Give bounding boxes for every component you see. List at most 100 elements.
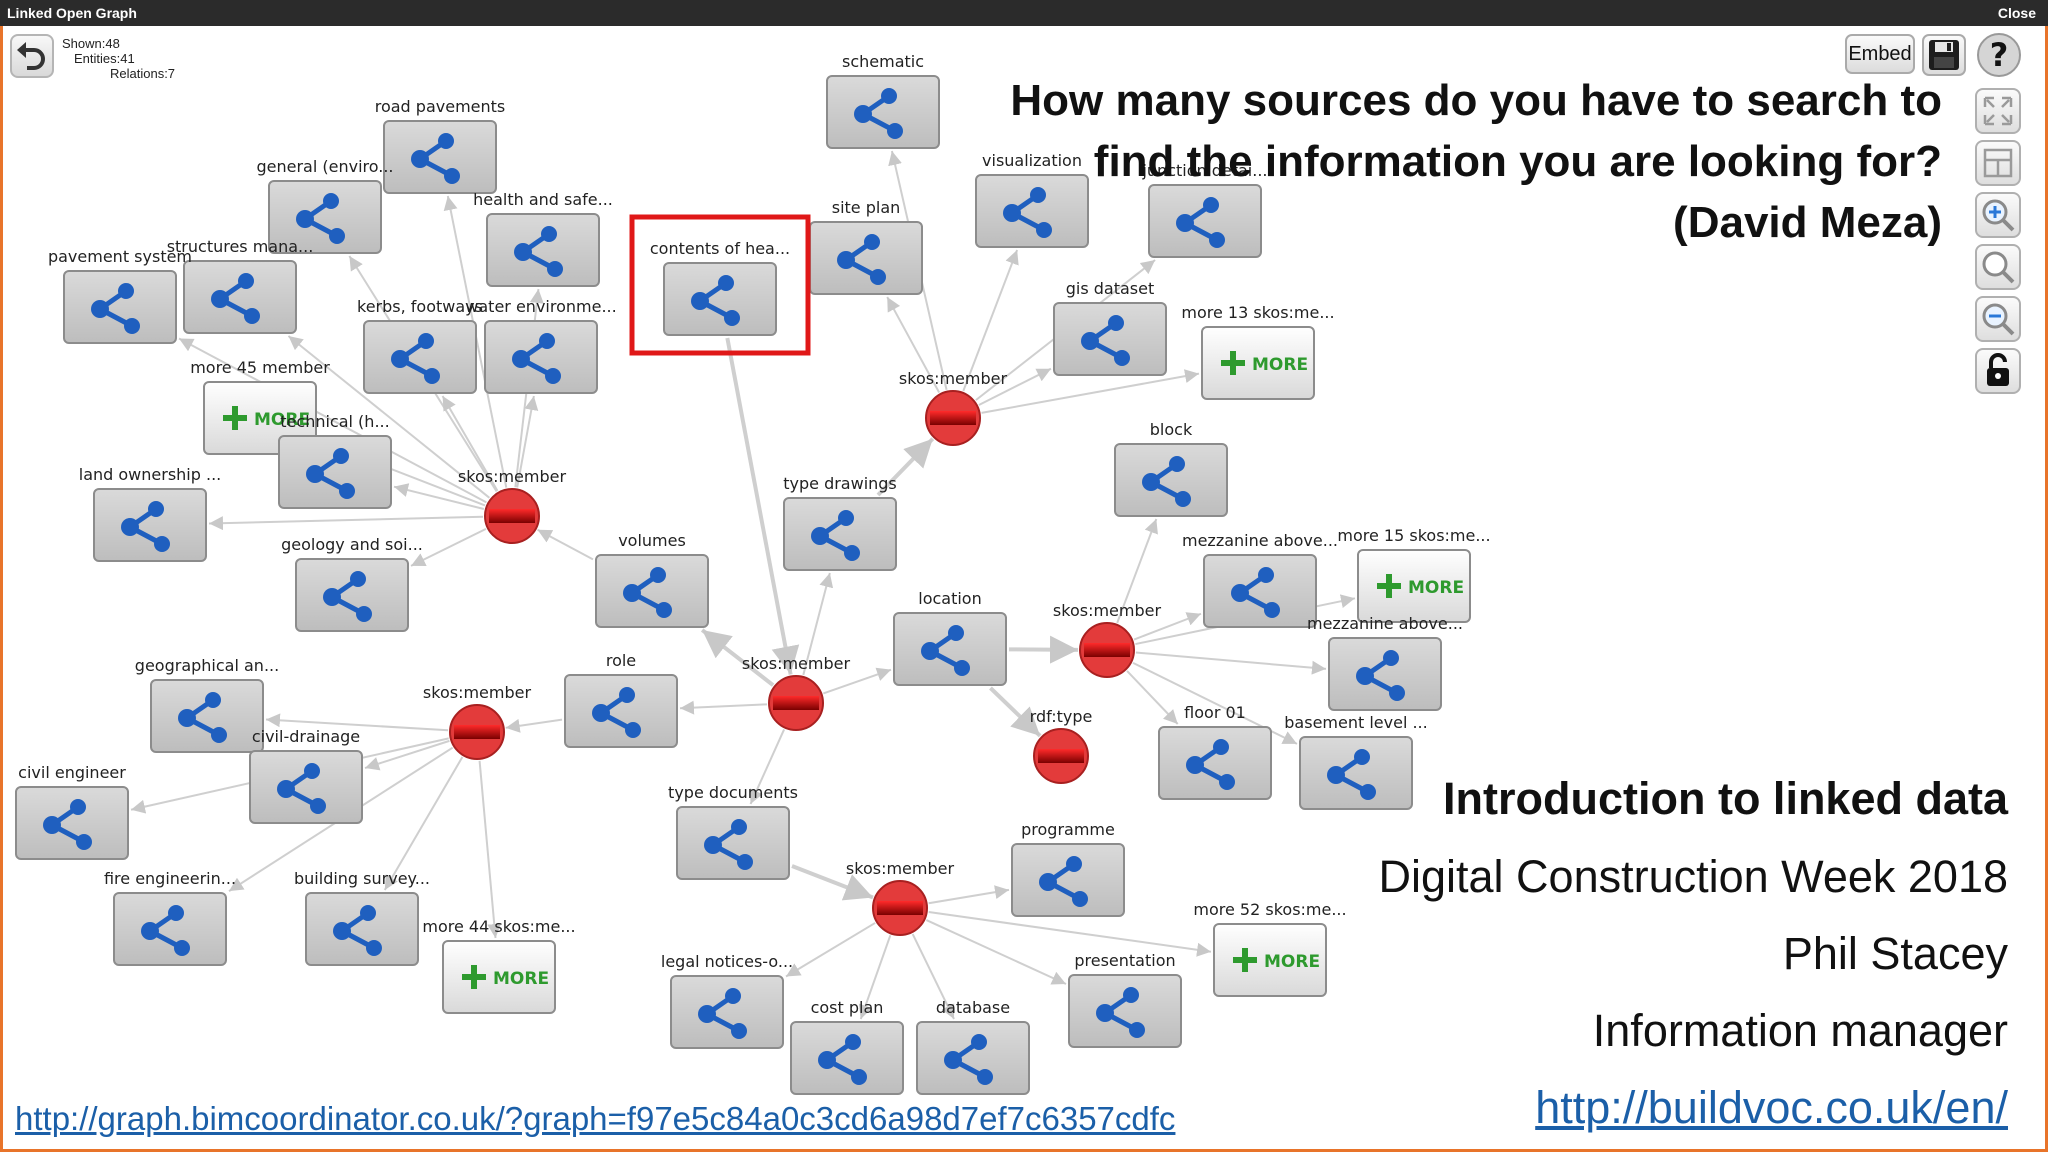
graph-node[interactable]: civil engineer (15, 763, 129, 860)
fullscreen-button[interactable] (1975, 88, 2021, 134)
graph-node-box[interactable] (278, 435, 392, 509)
fit-window-button[interactable] (1975, 140, 2021, 186)
more-node[interactable]: MORE more 15 skos:me... (1337, 526, 1491, 623)
zoom-reset-button[interactable] (1975, 244, 2021, 290)
graph-node-box[interactable] (1053, 302, 1167, 376)
graph-node-box[interactable] (1011, 843, 1125, 917)
back-button[interactable] (10, 34, 54, 78)
graph-node-box[interactable] (663, 262, 777, 336)
graph-edge (785, 922, 876, 978)
graph-node[interactable]: legal notices-o... (661, 952, 793, 1049)
graph-node[interactable]: kerbs, footways (357, 297, 483, 394)
graph-node[interactable]: land ownership ... (79, 465, 222, 562)
relation-hub[interactable]: skos:member (742, 654, 851, 731)
graph-node[interactable]: health and safe... (473, 190, 613, 287)
graph-node[interactable]: road pavements (375, 97, 506, 194)
app-title: Linked Open Graph (7, 5, 137, 21)
more-badge-label: MORE (1408, 578, 1464, 598)
graph-node[interactable]: contents of hea... (650, 239, 790, 336)
help-button[interactable]: ? (1976, 32, 2022, 78)
graph-node-box[interactable] (595, 554, 709, 628)
graph-node-box[interactable] (249, 750, 363, 824)
minus-icon (877, 901, 923, 915)
relation-hub[interactable]: rdf:type (1030, 707, 1093, 784)
lock-button[interactable] (1975, 348, 2021, 394)
graph-url-link[interactable]: http://graph.bimcoordinator.co.uk/?graph… (15, 1100, 1175, 1138)
graph-node-box[interactable] (15, 786, 129, 860)
graph-node-box[interactable] (893, 612, 1007, 686)
embed-button[interactable]: Embed (1845, 34, 1915, 74)
graph-node[interactable]: presentation (1068, 951, 1182, 1048)
graph-node[interactable]: technical (h... (278, 412, 392, 509)
relation-hub[interactable]: skos:member (1053, 601, 1162, 678)
graph-node-box[interactable] (1203, 554, 1317, 628)
graph-node-box[interactable] (484, 320, 598, 394)
graph-node[interactable]: role (564, 651, 678, 748)
graph-node-box[interactable] (790, 1021, 904, 1095)
graph-node-label: geology and soi... (281, 535, 423, 554)
graph-node[interactable]: programme (1011, 820, 1125, 917)
graph-node[interactable]: fire engineerin... (104, 869, 236, 966)
zoom-in-button[interactable] (1975, 192, 2021, 238)
graph-edge (981, 369, 1200, 414)
graph-node[interactable]: mezzanine above... (1182, 531, 1338, 628)
graph-edge (208, 515, 484, 531)
graph-node[interactable]: water environme... (465, 297, 617, 394)
graph-node[interactable]: pavement system (48, 247, 192, 344)
graph-node[interactable]: volumes (595, 531, 709, 628)
minus-icon (1084, 643, 1130, 657)
question-attribution: (David Meza) (1673, 198, 1942, 247)
graph-node-box[interactable] (295, 558, 409, 632)
graph-node[interactable]: schematic (826, 52, 940, 149)
graph-node-box[interactable] (783, 497, 897, 571)
speaker-website-link[interactable]: http://buildvoc.co.uk/en/ (1230, 1069, 2008, 1146)
graph-node[interactable]: database (916, 998, 1030, 1095)
graph-node[interactable]: gis dataset (1053, 279, 1167, 376)
graph-edge (537, 528, 594, 561)
more-node[interactable]: MORE more 13 skos:me... (1181, 303, 1335, 400)
graph-node-label: land ownership ... (79, 465, 222, 484)
graph-node[interactable]: location (893, 589, 1007, 686)
graph-node-box[interactable] (305, 892, 419, 966)
graph-node-box[interactable] (676, 806, 790, 880)
more-node[interactable]: MORE more 44 skos:me... (422, 917, 576, 1014)
graph-node-box[interactable] (150, 679, 264, 753)
relation-hub[interactable]: skos:member (423, 683, 532, 760)
graph-node[interactable]: civil-drainage (249, 727, 363, 824)
graph-node-box[interactable] (826, 75, 940, 149)
graph-node-box[interactable] (363, 320, 477, 394)
graph-node-box[interactable] (564, 674, 678, 748)
graph-node-label: more 45 member (190, 358, 330, 377)
zoom-out-button[interactable] (1975, 296, 2021, 342)
graph-node[interactable]: mezzanine above... (1307, 614, 1463, 711)
graph-node-box[interactable] (93, 488, 207, 562)
undo-icon (17, 42, 45, 70)
graph-node-box[interactable] (383, 120, 497, 194)
graph-node-box[interactable] (1328, 637, 1442, 711)
graph-node-box[interactable] (670, 975, 784, 1049)
close-button[interactable]: Close (1998, 5, 2036, 21)
graph-node[interactable]: type documents (668, 783, 798, 880)
graph-node[interactable]: building survey... (294, 869, 430, 966)
graph-node-box[interactable] (916, 1021, 1030, 1095)
graph-node-box[interactable] (809, 221, 923, 295)
graph-edge (925, 919, 1067, 985)
graph-node-label: programme (1021, 820, 1115, 839)
graph-node-box[interactable] (113, 892, 227, 966)
stat-relations: Relations:7 (110, 66, 176, 81)
graph-node-box[interactable] (1068, 974, 1182, 1048)
graph-node-label: type drawings (783, 474, 897, 493)
graph-node[interactable]: block (1114, 420, 1228, 517)
graph-node-label: volumes (618, 531, 686, 550)
relation-hub[interactable]: skos:member (458, 467, 567, 544)
relation-hub[interactable]: skos:member (846, 859, 955, 936)
graph-node[interactable]: geology and soi... (281, 535, 423, 632)
graph-node-box[interactable] (1114, 443, 1228, 517)
graph-node-label: gis dataset (1066, 279, 1155, 298)
relation-hub[interactable]: skos:member (899, 369, 1008, 446)
graph-node-box[interactable] (486, 213, 600, 287)
graph-node-box[interactable] (183, 260, 297, 334)
graph-node-box[interactable] (63, 270, 177, 344)
graph-node[interactable]: type drawings (783, 474, 897, 571)
graph-node[interactable]: cost plan (790, 998, 904, 1095)
